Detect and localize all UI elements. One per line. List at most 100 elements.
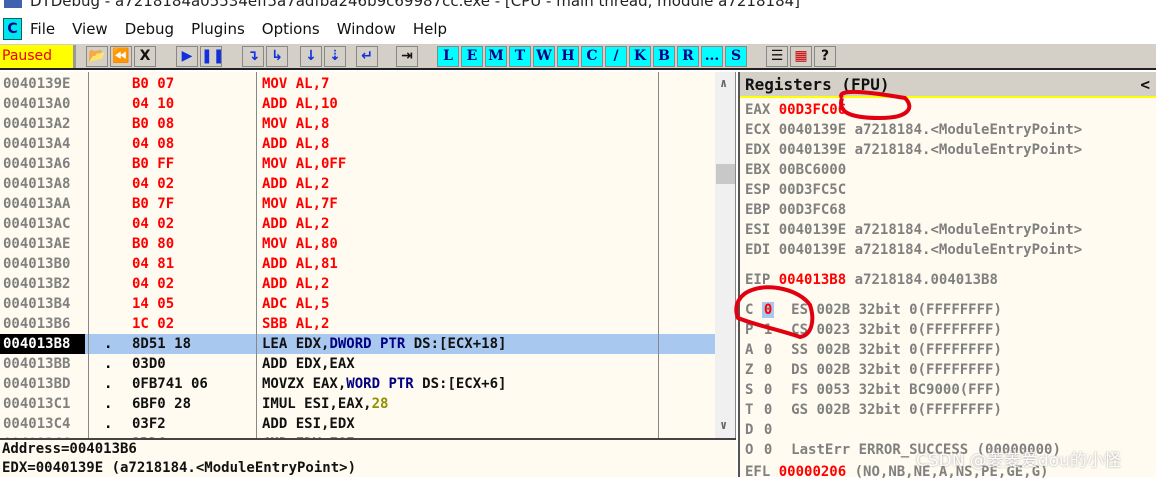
flag-value[interactable]: 0 <box>762 442 774 458</box>
register-eip[interactable]: EIP 004013B8 a7218184.004013B8 <box>745 270 998 290</box>
trace-into-icon[interactable]: ↓ <box>300 46 322 67</box>
flag-z[interactable]: Z 0 DS 002B 32bit 0(FFFFFFFF) <box>745 360 1002 380</box>
run-icon[interactable]: ▶ <box>176 46 198 67</box>
disasm-row[interactable]: 004013BB. 03D0 ADD EDX,EAX <box>0 354 715 374</box>
disasm-row[interactable]: 0040139E B0 07 MOV AL,7 <box>0 74 715 94</box>
scroll-down-icon[interactable]: ∨ <box>720 418 727 432</box>
disasm-row[interactable]: 004013A8 04 02 ADD AL,2 <box>0 174 715 194</box>
step-into-icon[interactable]: ↴ <box>242 46 264 67</box>
threads-button[interactable]: T <box>509 46 531 67</box>
disasm-row[interactable]: 004013B2 04 02 ADD AL,2 <box>0 274 715 294</box>
menu-debug[interactable]: Debug <box>125 20 174 38</box>
flag-a[interactable]: A 0 SS 002B 32bit 0(FFFFFFFF) <box>745 340 1002 360</box>
register-ebp[interactable]: EBP 00D3FC68 <box>745 200 855 220</box>
menu-window[interactable]: Window <box>337 20 396 38</box>
menu-options[interactable]: Options <box>262 20 320 38</box>
register-eax[interactable]: EAX 00D3FC06 <box>745 100 855 120</box>
reg-value[interactable]: 00000206 <box>779 464 846 480</box>
list-icon[interactable]: ☰ <box>766 46 788 67</box>
reg-value[interactable]: 0040139E <box>779 142 846 158</box>
disassembly-scrollbar[interactable]: ∧ ∨ <box>715 72 735 438</box>
goto-icon[interactable]: ⇥ <box>396 46 418 67</box>
flag-value[interactable]: 0 <box>762 342 774 358</box>
step-over-icon[interactable]: ↳ <box>266 46 288 67</box>
windows-button[interactable]: W <box>533 46 555 67</box>
register-ecx[interactable]: ECX 0040139E a7218184.<ModuleEntryPoint> <box>745 120 1082 140</box>
menu-help[interactable]: Help <box>413 20 447 38</box>
register-esi[interactable]: ESI 0040139E a7218184.<ModuleEntryPoint> <box>745 220 1082 240</box>
flag-value[interactable]: 0 <box>762 402 774 418</box>
disasm-row[interactable]: 004013B0 04 81 ADD AL,81 <box>0 254 715 274</box>
register-edi[interactable]: EDI 0040139E a7218184.<ModuleEntryPoint> <box>745 240 1082 260</box>
disasm-row[interactable]: 004013AA B0 7F MOV AL,7F <box>0 194 715 214</box>
scroll-thumb[interactable] <box>716 164 735 184</box>
disasm-row[interactable]: 004013A6 B0 FF MOV AL,0FF <box>0 154 715 174</box>
reg-value[interactable]: 00D3FC06 <box>779 102 846 118</box>
register-edx[interactable]: EDX 0040139E a7218184.<ModuleEntryPoint> <box>745 140 1082 160</box>
flag-value[interactable]: 0 <box>762 382 774 398</box>
breakpoints-button[interactable]: B <box>653 46 675 67</box>
patches-button[interactable]: / <box>605 46 627 67</box>
collapse-icon[interactable]: < <box>1140 72 1150 98</box>
disassembly-pane[interactable]: 0040139E B0 07 MOV AL,7 004013A0 04 10 ADD AL… <box>0 72 736 438</box>
disasm-row[interactable]: 004013C4. 03F2 ADD ESI,EDX <box>0 414 715 434</box>
menu-view[interactable]: View <box>72 20 108 38</box>
flag-d[interactable]: D 0 <box>745 420 791 440</box>
disasm-row[interactable]: 004013AC 04 02 ADD AL,2 <box>0 214 715 234</box>
cpu-button[interactable]: C <box>581 46 603 67</box>
disasm-row[interactable]: 004013B6 1C 02 SBB AL,2 <box>0 314 715 334</box>
disasm-row[interactable]: 004013A2 B0 08 MOV AL,8 <box>0 114 715 134</box>
reg-value[interactable]: 00BC6000 <box>779 162 846 178</box>
flag-s[interactable]: S 0 FS 0053 32bit BC9000(FFF) <box>745 380 1002 400</box>
flag-p[interactable]: P 1 CS 0023 32bit 0(FFFFFFFF) <box>745 320 1002 340</box>
scroll-up-icon[interactable]: ∧ <box>720 76 727 90</box>
open-icon[interactable]: 📂 <box>86 46 108 67</box>
row-hex: 04 02 <box>132 276 175 292</box>
run-trace-button[interactable]: ... <box>701 46 723 67</box>
colors-icon[interactable]: ▦ <box>790 46 812 67</box>
help-icon[interactable]: ? <box>814 46 836 67</box>
row-disasm: MOVZX EAX,WORD PTR DS:[ECX+6] <box>262 374 506 394</box>
reg-value[interactable]: 0040139E <box>779 122 846 138</box>
reg-value[interactable]: 00D3FC68 <box>779 202 846 218</box>
disasm-row[interactable]: 004013AE B0 80 MOV AL,80 <box>0 234 715 254</box>
flag-value[interactable]: 0 <box>762 362 774 378</box>
references-button[interactable]: R <box>677 46 699 67</box>
restart-icon[interactable]: ⏪ <box>110 46 132 67</box>
reg-value[interactable]: 004013B8 <box>779 272 846 288</box>
execute-till-return-icon[interactable]: ↵ <box>356 46 378 67</box>
menu-plugins[interactable]: Plugins <box>191 20 245 38</box>
pause-icon[interactable]: ❚❚ <box>200 46 224 67</box>
registers-pane[interactable]: Registers (FPU) < EAX 00D3FC06 ECX 004013… <box>738 72 1156 480</box>
reg-value[interactable]: 00D3FC5C <box>779 182 846 198</box>
flag-t[interactable]: T 0 GS 002B 32bit 0(FFFFFFFF) <box>745 400 1002 420</box>
handles-button[interactable]: H <box>557 46 579 67</box>
cpu-logo-icon[interactable]: C <box>3 18 22 40</box>
disasm-row[interactable]: 004013C1. 6BF0 28 IMUL ESI,EAX,28 <box>0 394 715 414</box>
flag-value[interactable]: 1 <box>762 322 774 338</box>
source-button[interactable]: S <box>725 46 747 67</box>
flag-value[interactable]: 0 <box>762 422 774 438</box>
menu-file[interactable]: File <box>30 20 55 38</box>
memory-button[interactable]: M <box>485 46 507 67</box>
close-icon[interactable]: X <box>134 46 156 67</box>
modules-button[interactable]: E <box>461 46 483 67</box>
register-ebx[interactable]: EBX 00BC6000 <box>745 160 855 180</box>
log-button[interactable]: L <box>437 46 459 67</box>
registers-header[interactable]: Registers (FPU) < <box>740 72 1156 98</box>
disasm-row[interactable]: 004013B8. 8D51 18 LEA EDX,DWORD PTR DS:[EC… <box>0 334 715 354</box>
disasm-row[interactable]: 004013A0 04 10 ADD AL,10 <box>0 94 715 114</box>
flag-name: D <box>745 422 754 438</box>
disasm-row[interactable]: 004013B4 14 05 ADC AL,5 <box>0 294 715 314</box>
register-esp[interactable]: ESP 00D3FC5C <box>745 180 855 200</box>
disasm-row[interactable]: 004013A4 04 08 ADD AL,8 <box>0 134 715 154</box>
call-stack-button[interactable]: K <box>629 46 651 67</box>
flag-value[interactable]: 0 <box>761 302 775 318</box>
reg-value[interactable]: 0040139E <box>779 242 846 258</box>
row-address: 004013C4 <box>3 416 71 432</box>
trace-over-icon[interactable]: ⇣ <box>324 46 346 67</box>
reg-comment: a7218184.<ModuleEntryPoint> <box>854 242 1083 258</box>
disasm-row[interactable]: 004013BD. 0FB741 06 MOVZX EAX,WORD PTR DS:… <box>0 374 715 394</box>
reg-value[interactable]: 0040139E <box>779 222 846 238</box>
flag-c[interactable]: C 0 ES 002B 32bit 0(FFFFFFFF) <box>745 300 1002 320</box>
